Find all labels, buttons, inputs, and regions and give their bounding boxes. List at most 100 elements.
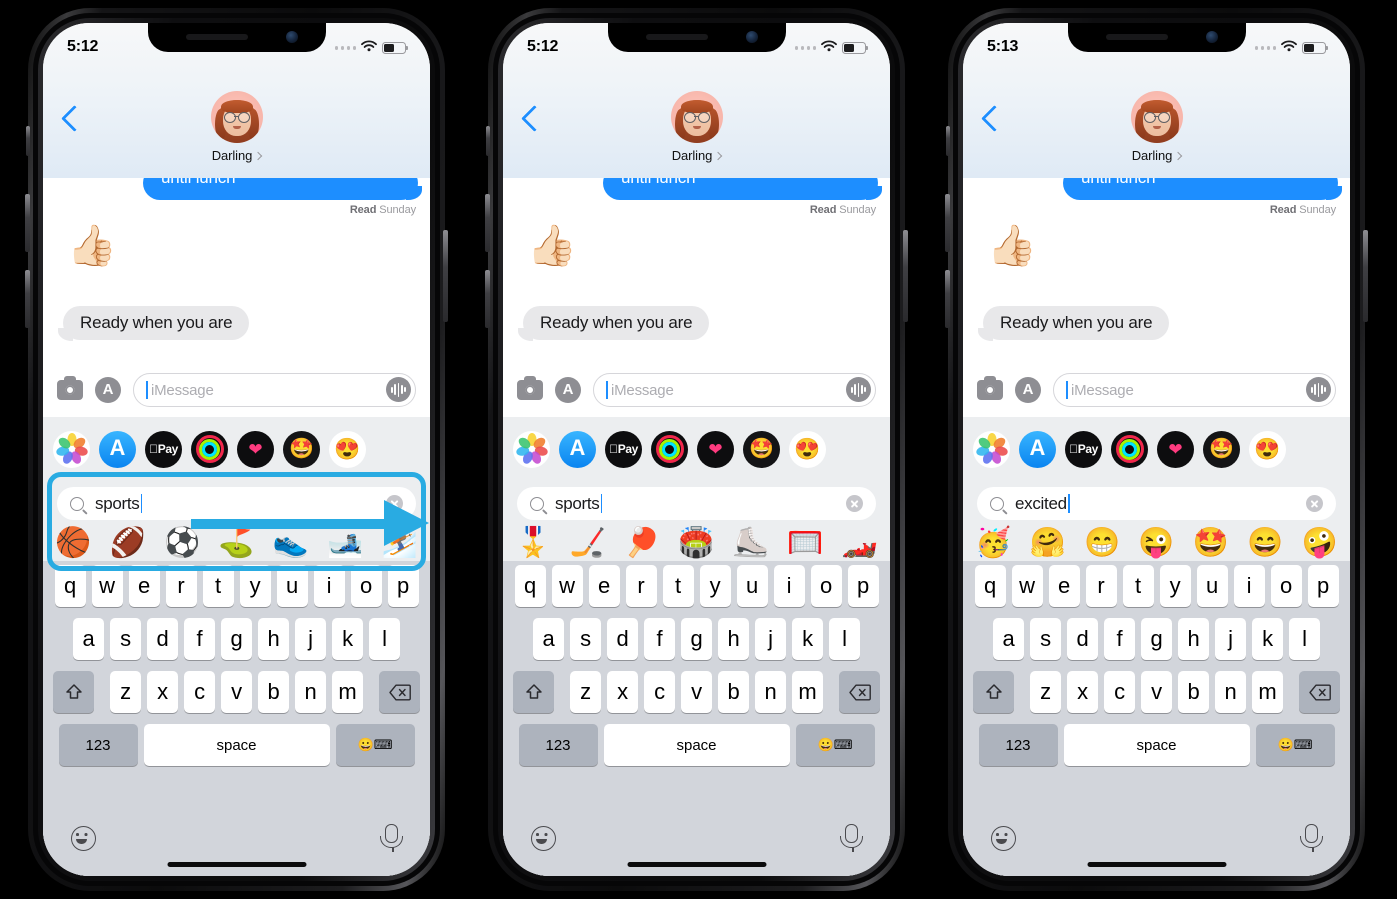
emoji-result[interactable]: 🏓 [624, 528, 660, 558]
emoji-result[interactable]: 🎿 [327, 528, 363, 558]
back-chevron-icon[interactable] [521, 105, 548, 132]
key-g[interactable]: g [681, 618, 712, 660]
key-e[interactable]: e [1048, 565, 1080, 607]
drawer-memoji-icon[interactable]: 🤩 [743, 430, 780, 468]
key-o[interactable]: o [350, 565, 382, 607]
key-h[interactable]: h [258, 618, 289, 660]
key-j[interactable]: j [295, 618, 326, 660]
key-u[interactable]: u [1196, 565, 1228, 607]
clear-icon[interactable] [386, 495, 403, 512]
key-z[interactable]: z [1030, 671, 1061, 713]
drawer-apple-pay-icon[interactable]: Pay [145, 430, 182, 468]
silent-button[interactable] [946, 126, 950, 156]
camera-icon[interactable] [57, 376, 83, 400]
key-m[interactable]: m [332, 671, 363, 713]
emoji-search-field[interactable]: sports [57, 487, 416, 520]
numeric-key[interactable]: 123 [58, 724, 138, 766]
key-w[interactable]: w [91, 565, 123, 607]
key-v[interactable]: v [1141, 671, 1172, 713]
key-l[interactable]: l [829, 618, 860, 660]
drawer-activity-rings-icon[interactable] [191, 430, 228, 468]
emoji-search-field[interactable]: excited [977, 487, 1336, 520]
drawer-app-store-icon[interactable]: A [1019, 430, 1056, 468]
app-store-icon[interactable]: A [95, 377, 121, 403]
drawer-sticker-icon[interactable]: 😍 [789, 430, 826, 468]
key-f[interactable]: f [1104, 618, 1135, 660]
key-b[interactable]: b [718, 671, 749, 713]
key-q[interactable]: q [974, 565, 1006, 607]
silent-button[interactable] [486, 126, 490, 156]
drawer-sticker-icon[interactable]: 😍 [1249, 430, 1286, 468]
key-t[interactable]: t [662, 565, 694, 607]
key-q[interactable]: q [514, 565, 546, 607]
emoji-result[interactable]: 🥅 [787, 528, 823, 558]
clear-icon[interactable] [846, 495, 863, 512]
key-x[interactable]: x [607, 671, 638, 713]
vdn-button[interactable] [945, 270, 950, 328]
message-input[interactable]: iMessage [593, 373, 876, 407]
key-d[interactable]: d [607, 618, 638, 660]
key-b[interactable]: b [258, 671, 289, 713]
drawer-health-icon[interactable]: ❤ [697, 430, 734, 468]
contact-header[interactable]: Darling [210, 91, 263, 163]
home-indicator[interactable] [167, 862, 306, 867]
drawer-memoji-icon[interactable]: 🤩 [283, 430, 320, 468]
emoji-keyboard-key[interactable]: 😀⌨︎ [335, 724, 415, 766]
key-m[interactable]: m [1252, 671, 1283, 713]
key-u[interactable]: u [276, 565, 308, 607]
key-z[interactable]: z [570, 671, 601, 713]
key-p[interactable]: p [387, 565, 419, 607]
emoji-result[interactable]: 😁 [1084, 528, 1120, 558]
key-c[interactable]: c [184, 671, 215, 713]
emoji-result[interactable]: ⛷️ [382, 528, 418, 558]
contact-header[interactable]: Darling [1130, 91, 1183, 163]
key-y[interactable]: y [699, 565, 731, 607]
key-g[interactable]: g [221, 618, 252, 660]
key-f[interactable]: f [184, 618, 215, 660]
key-v[interactable]: v [681, 671, 712, 713]
key-i[interactable]: i [1233, 565, 1265, 607]
key-d[interactable]: d [1067, 618, 1098, 660]
drawer-health-icon[interactable]: ❤ [237, 430, 274, 468]
audio-wave-icon[interactable] [386, 377, 411, 402]
key-r[interactable]: r [1085, 565, 1117, 607]
pwr-button[interactable] [1363, 230, 1368, 322]
audio-wave-icon[interactable] [846, 377, 871, 402]
vdn-button[interactable] [25, 270, 30, 328]
drawer-photos-icon[interactable] [513, 430, 550, 468]
delete-key[interactable] [379, 671, 420, 713]
key-s[interactable]: s [110, 618, 141, 660]
space-key[interactable]: space [143, 724, 330, 766]
delete-key[interactable] [1299, 671, 1340, 713]
drawer-health-icon[interactable]: ❤ [1157, 430, 1194, 468]
emoji-result[interactable]: ⚽ [164, 528, 200, 558]
audio-wave-icon[interactable] [1306, 377, 1331, 402]
smiley-icon[interactable] [991, 826, 1016, 851]
key-q[interactable]: q [54, 565, 86, 607]
key-b[interactable]: b [1178, 671, 1209, 713]
back-chevron-icon[interactable] [61, 105, 88, 132]
vup-button[interactable] [485, 194, 490, 252]
shift-key[interactable] [513, 671, 554, 713]
emoji-result[interactable]: 🎖️ [515, 528, 551, 558]
drawer-app-store-icon[interactable]: A [99, 430, 136, 468]
key-s[interactable]: s [1030, 618, 1061, 660]
key-e[interactable]: e [128, 565, 160, 607]
key-k[interactable]: k [1252, 618, 1283, 660]
key-i[interactable]: i [313, 565, 345, 607]
key-m[interactable]: m [792, 671, 823, 713]
back-chevron-icon[interactable] [981, 105, 1008, 132]
contact-header[interactable]: Darling [670, 91, 723, 163]
vdn-button[interactable] [485, 270, 490, 328]
drawer-activity-rings-icon[interactable] [1111, 430, 1148, 468]
space-key[interactable]: space [603, 724, 790, 766]
emoji-result[interactable]: 🏈 [109, 528, 145, 558]
numeric-key[interactable]: 123 [978, 724, 1058, 766]
drawer-photos-icon[interactable] [53, 430, 90, 468]
space-key[interactable]: space [1063, 724, 1250, 766]
drawer-apple-pay-icon[interactable]: Pay [1065, 430, 1102, 468]
emoji-result[interactable]: 🥳 [975, 528, 1011, 558]
key-n[interactable]: n [295, 671, 326, 713]
key-a[interactable]: a [533, 618, 564, 660]
key-p[interactable]: p [847, 565, 879, 607]
